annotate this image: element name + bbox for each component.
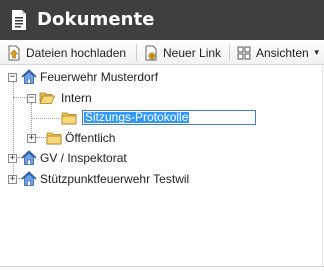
tree-node-label: Intern: [61, 91, 92, 105]
expand-icon[interactable]: +: [8, 174, 17, 184]
toolbar-divider: [136, 44, 137, 61]
open-folder-icon: [39, 92, 55, 104]
tree-node-label: Öffentlich: [65, 131, 116, 145]
tree-node-oeffentlich[interactable]: + Öffentlich: [27, 129, 115, 147]
title-bar: Dokumente: [0, 0, 324, 40]
tree-node-label: Stützpunktfeuerwehr Testwil: [40, 172, 190, 186]
toolbar: Dateien hochladen Neuer Link Ansichten ▼: [0, 40, 324, 65]
tree-connector: [31, 118, 59, 119]
new-link-icon: [145, 45, 157, 60]
house-icon: [21, 150, 37, 165]
house-icon: [21, 69, 37, 84]
panel-border: [322, 66, 323, 266]
tree-node-intern[interactable]: − Intern: [27, 89, 92, 107]
rename-input-value: Sitzungs-Protokolle: [84, 110, 190, 124]
document-icon: [12, 10, 26, 30]
new-link-label: Neuer Link: [163, 45, 222, 60]
grid-view-icon: [237, 46, 251, 59]
upload-icon: [8, 45, 20, 60]
views-label: Ansichten: [256, 45, 309, 60]
panel-border: [0, 266, 324, 267]
views-dropdown[interactable]: Ansichten ▼: [236, 43, 321, 62]
new-link-button[interactable]: Neuer Link: [143, 43, 221, 62]
tree-node-label: Feuerwehr Musterdorf: [40, 70, 159, 84]
toolbar-divider: [229, 44, 230, 61]
tree-node-label: GV / Inspektorat: [40, 151, 127, 165]
tree-node-feuerwehr-musterdorf[interactable]: − Feuerwehr Musterdorf: [8, 68, 158, 86]
upload-files-button[interactable]: Dateien hochladen: [6, 43, 126, 62]
expand-icon[interactable]: +: [27, 133, 36, 143]
tree-node-gv-inspektorat[interactable]: + GV / Inspektorat: [8, 149, 127, 167]
tree-node-stuetzpunktfeuerwehr-testwil[interactable]: + Stützpunktfeuerwehr Testwil: [8, 170, 189, 188]
upload-files-label: Dateien hochladen: [26, 45, 127, 60]
collapse-icon[interactable]: −: [8, 72, 17, 82]
chevron-down-icon: ▼: [312, 48, 321, 57]
tree-connector: [13, 97, 27, 98]
folder-icon: [61, 112, 77, 125]
collapse-icon[interactable]: −: [27, 93, 36, 103]
folder-icon: [46, 132, 62, 145]
rename-folder-input[interactable]: Sitzungs-Protokolle: [82, 110, 256, 125]
page-title: Dokumente: [37, 9, 155, 30]
expand-icon[interactable]: +: [8, 153, 17, 163]
house-icon: [21, 171, 37, 186]
